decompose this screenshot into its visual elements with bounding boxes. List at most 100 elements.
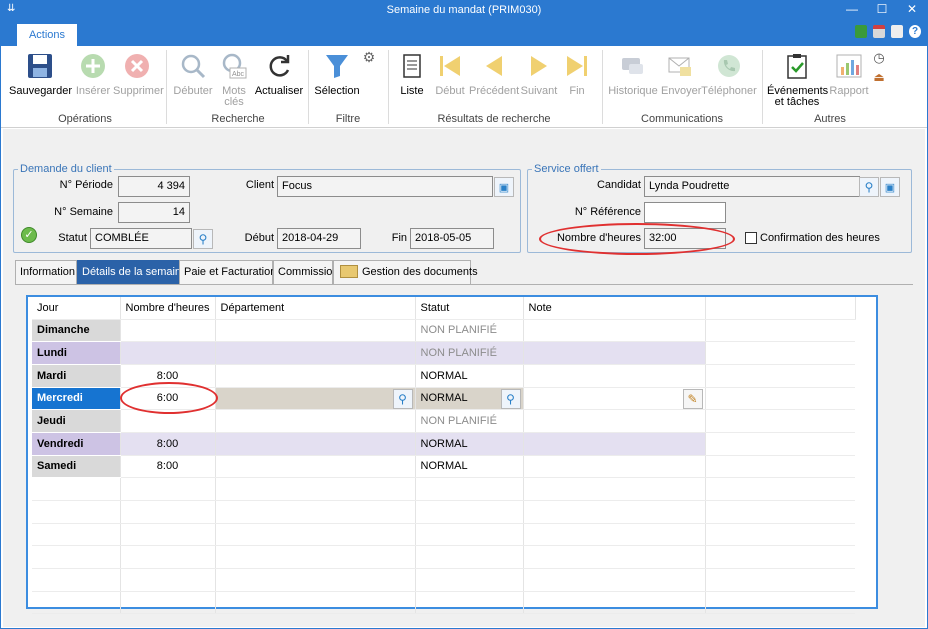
cell-statut-value: NORMAL xyxy=(420,392,468,405)
liste-button[interactable]: Liste xyxy=(395,50,429,97)
envoyer-label: Envoyer xyxy=(661,85,702,97)
cell-jour[interactable]: Vendredi xyxy=(32,432,121,456)
cell-heures[interactable]: 8:00 xyxy=(120,455,216,479)
mots-cles-button[interactable]: Abc Mots clés xyxy=(217,50,251,108)
col-statut[interactable]: Statut xyxy=(415,297,524,320)
filter-settings-button[interactable]: ⚙ xyxy=(361,50,377,65)
note-edit-button[interactable]: ✎ xyxy=(682,388,703,409)
cell-statut[interactable]: NORMAL xyxy=(415,364,524,388)
table-row[interactable]: Lundi NON PLANIFIÉ xyxy=(32,341,856,365)
tab-commission[interactable]: Commission xyxy=(273,260,339,284)
departement-search-button[interactable]: ⚲ xyxy=(392,388,413,409)
cell-departement[interactable] xyxy=(215,364,416,388)
cell-note[interactable] xyxy=(523,432,706,456)
cell-jour[interactable]: Lundi xyxy=(32,341,121,365)
inserer-button[interactable]: Insérer xyxy=(73,50,113,97)
col-jour[interactable]: Jour xyxy=(32,297,121,320)
cell-statut[interactable]: NORMAL ⚲ xyxy=(415,387,524,411)
cell-statut[interactable]: NORMAL xyxy=(415,455,524,479)
cell-statut[interactable]: NON PLANIFIÉ xyxy=(415,409,524,433)
debuter-button[interactable]: Débuter xyxy=(171,50,215,97)
col-departement[interactable]: Département xyxy=(215,297,416,320)
highlight-oval xyxy=(120,382,218,414)
envoyer-button[interactable]: Envoyer xyxy=(661,50,702,97)
cles-label: clés xyxy=(224,96,244,108)
cell-departement[interactable] xyxy=(215,432,416,456)
cell-heures[interactable] xyxy=(120,341,216,365)
fin-label: Fin xyxy=(391,232,407,244)
reminder-button[interactable]: ⏏ xyxy=(871,71,887,84)
cell-note[interactable] xyxy=(523,409,706,433)
cell-jour[interactable]: Dimanche xyxy=(32,319,121,343)
tab-paie-facturation[interactable]: Paie et Facturation xyxy=(179,260,276,284)
minimize-icon[interactable]: — xyxy=(837,2,867,16)
selection-button[interactable]: Sélection xyxy=(313,50,361,97)
cell-note[interactable] xyxy=(523,455,706,479)
tab-divider xyxy=(15,284,913,285)
cell-departement[interactable] xyxy=(215,455,416,479)
statut-search-button[interactable]: ⚲ xyxy=(193,229,213,249)
periode-field: 4 394 xyxy=(118,176,190,197)
fin-button[interactable]: Fin xyxy=(561,50,593,97)
group-operations-label: Opérations xyxy=(58,113,112,125)
candidat-lookup-button[interactable]: ▣ xyxy=(880,177,900,197)
close-icon[interactable]: ✕ xyxy=(897,2,927,16)
cell-note[interactable] xyxy=(523,319,706,343)
calendar-icon[interactable] xyxy=(873,25,885,38)
evenements-button[interactable]: Événements et tâches xyxy=(767,50,828,108)
clock-button[interactable]: ◷ xyxy=(871,51,887,65)
telephoner-button[interactable]: Téléphoner xyxy=(701,50,757,97)
cell-statut[interactable]: NON PLANIFIÉ xyxy=(415,341,524,365)
cell-departement[interactable] xyxy=(215,409,416,433)
magnifier-icon: ⚲ xyxy=(198,232,208,246)
cell-jour[interactable]: Jeudi xyxy=(32,409,121,433)
tab-actions[interactable]: Actions xyxy=(17,24,77,46)
candidat-search-button[interactable]: ⚲ xyxy=(859,177,879,197)
debut-button[interactable]: Début xyxy=(433,50,467,97)
cell-jour[interactable]: Mercredi xyxy=(32,387,121,411)
table-row[interactable]: Vendredi 8:00 NORMAL xyxy=(32,432,856,456)
cell-statut[interactable]: NORMAL xyxy=(415,432,524,456)
client-lookup-button[interactable]: ▣ xyxy=(494,177,514,197)
statut-field: COMBLÉE xyxy=(90,228,192,249)
cell-note[interactable]: ✎ xyxy=(523,387,706,411)
statut-cell-search-button[interactable]: ⚲ xyxy=(500,388,521,409)
tab-details-semaine[interactable]: Détails de la semaine xyxy=(77,260,187,284)
cell-statut[interactable]: NON PLANIFIÉ xyxy=(415,319,524,343)
save-icon xyxy=(24,50,56,82)
confirmation-checkbox[interactable] xyxy=(745,232,757,244)
cell-empty xyxy=(705,364,856,388)
cell-departement[interactable] xyxy=(215,341,416,365)
table-row[interactable]: Dimanche NON PLANIFIÉ xyxy=(32,319,856,343)
cell-note[interactable] xyxy=(523,364,706,388)
cell-jour[interactable]: Mardi xyxy=(32,364,121,388)
cell-jour[interactable]: Samedi xyxy=(32,455,121,479)
cell-departement[interactable]: ⚲ xyxy=(215,387,416,411)
col-note[interactable]: Note xyxy=(523,297,706,320)
tab-information[interactable]: Information xyxy=(15,260,77,284)
supprimer-button[interactable]: Supprimer xyxy=(113,50,164,97)
suivant-button[interactable]: Suivant xyxy=(519,50,559,97)
cell-heures[interactable] xyxy=(120,319,216,343)
cell-heures[interactable]: 8:00 xyxy=(120,432,216,456)
maximize-icon[interactable]: ☐ xyxy=(867,2,897,16)
help-icon[interactable]: ? xyxy=(909,25,921,38)
lock-icon[interactable] xyxy=(891,25,903,38)
top-right-icons: ? xyxy=(855,25,921,38)
reference-label: N° Référence xyxy=(574,206,641,218)
sauvegarder-button[interactable]: Sauvegarder xyxy=(9,50,72,97)
precedent-button[interactable]: Précédent xyxy=(469,50,519,97)
svg-text:Abc: Abc xyxy=(232,71,245,78)
magnifier-icon: ⚲ xyxy=(398,391,407,406)
search-window-icon: ▣ xyxy=(498,181,510,194)
tab-gestion-documents[interactable]: Gestion des documents xyxy=(333,260,478,284)
calculator-icon[interactable] xyxy=(855,25,867,38)
col-heures[interactable]: Nombre d'heures xyxy=(120,297,216,320)
actualiser-button[interactable]: Actualiser xyxy=(253,50,305,97)
rapport-button[interactable]: Rapport xyxy=(827,50,871,97)
cell-departement[interactable] xyxy=(215,319,416,343)
table-row[interactable]: Samedi 8:00 NORMAL xyxy=(32,455,856,479)
historique-button[interactable]: Historique xyxy=(607,50,659,97)
cell-note[interactable] xyxy=(523,341,706,365)
reference-field[interactable] xyxy=(644,202,726,223)
